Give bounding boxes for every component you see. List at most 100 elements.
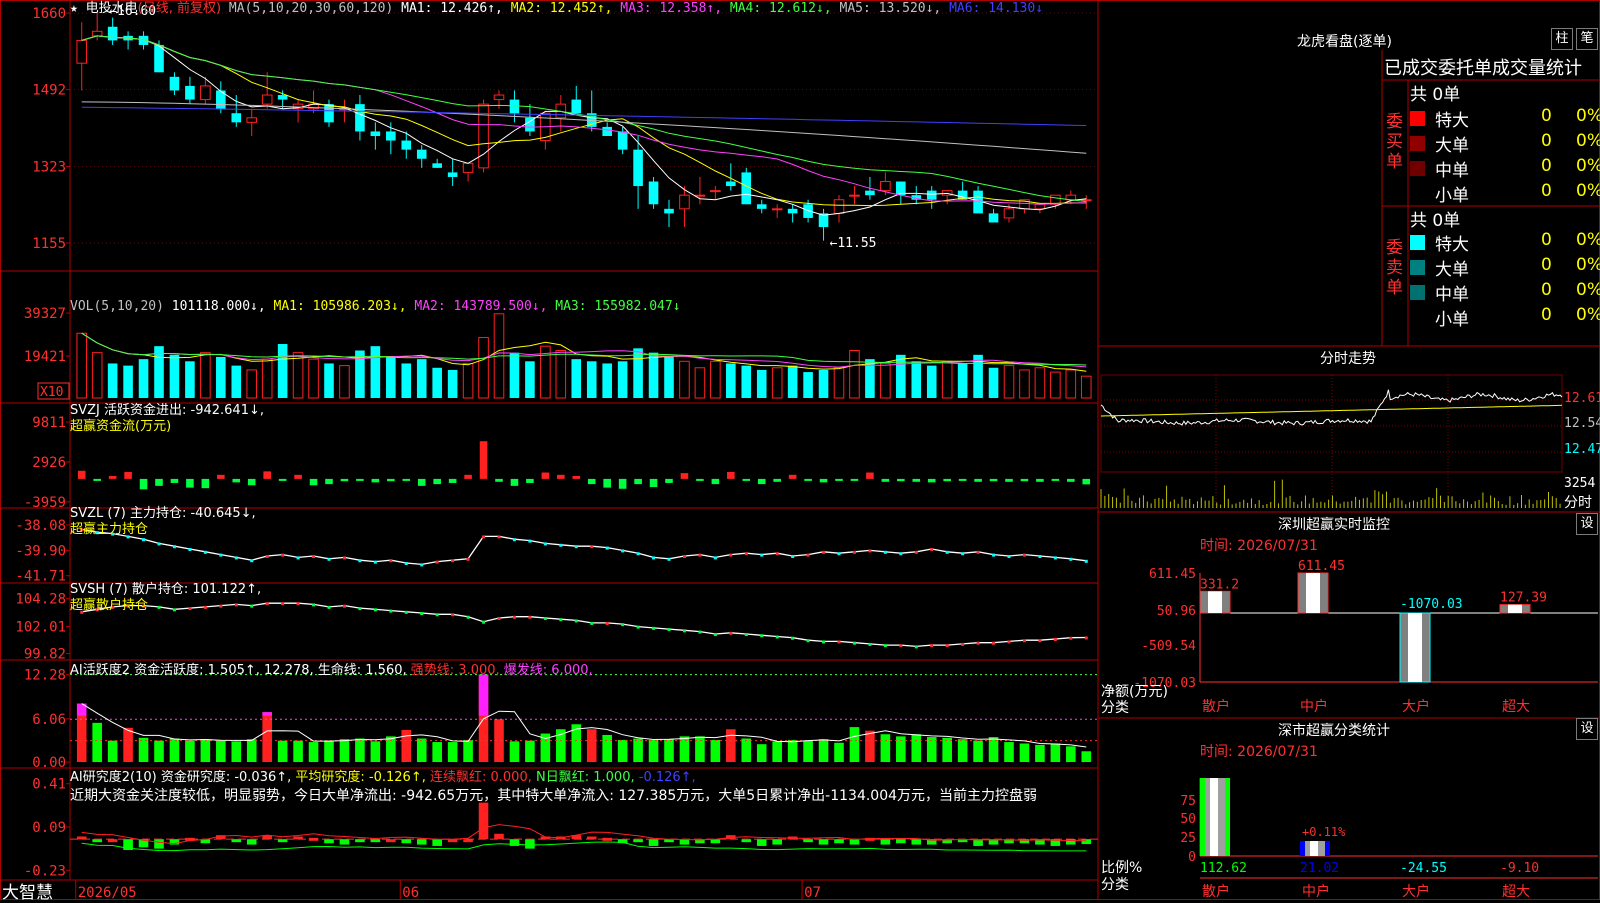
buy-rows-p-1: 0% bbox=[1576, 106, 1600, 126]
monitor-ytick-3: -509.54 bbox=[1141, 639, 1196, 654]
ai-activity-bar-14 bbox=[277, 740, 288, 762]
vol-bar-30 bbox=[525, 361, 535, 398]
ma-value-1: 12.426↑, bbox=[432, 1, 503, 16]
outer-border bbox=[0, 0, 1600, 900]
candle-body-41 bbox=[694, 194, 706, 197]
ai-activity-bar-46 bbox=[772, 741, 782, 762]
svzj-bar-23 bbox=[417, 478, 426, 486]
lhb-tab-stats[interactable]: 已成交委托单成交量统计 bbox=[1384, 54, 1582, 80]
vol-bar-50 bbox=[833, 367, 845, 399]
fenshi-price-low: 12.47 bbox=[1564, 442, 1600, 457]
classify-bar-shine-1 bbox=[1210, 778, 1218, 856]
svsh-marker-21 bbox=[389, 609, 393, 613]
ma-value-5: 13.520↓, bbox=[870, 1, 942, 16]
svzl-marker-21 bbox=[389, 559, 393, 563]
ai-activity-bar-20 bbox=[370, 741, 381, 762]
vol-unit-label: X10 bbox=[40, 385, 63, 400]
ai-average-research: 平均研究度: -0.126↑, bbox=[295, 770, 426, 785]
monitor-category-1: 散户 bbox=[1202, 698, 1230, 715]
svzl-marker-61 bbox=[1007, 555, 1011, 558]
svzj-bar-37 bbox=[634, 478, 642, 485]
candle-body-14 bbox=[277, 95, 288, 100]
svzl-marker-35 bbox=[605, 546, 609, 550]
fenshi-price-mid: 12.54 bbox=[1564, 416, 1600, 431]
ai2-axis-tick-2: 0.09 bbox=[32, 820, 66, 836]
svzj-bar-16 bbox=[309, 478, 318, 486]
svzj-bar-20 bbox=[371, 478, 380, 483]
svzj-title: 超赢资金流(万元) bbox=[70, 419, 172, 434]
vol-bar-10 bbox=[216, 356, 226, 398]
sell-side-label: 委卖单 bbox=[1386, 238, 1403, 298]
svzl-marker-49 bbox=[822, 550, 826, 554]
ai-research-bar-50 bbox=[834, 839, 844, 844]
vol-bar-9 bbox=[200, 352, 211, 399]
svzl-marker-30 bbox=[528, 539, 532, 543]
vol-bar-7 bbox=[169, 354, 180, 398]
ai-activity-bar-8 bbox=[185, 740, 195, 762]
ma-label-1: MA1: bbox=[401, 1, 433, 16]
classify-ytick-2: 50 bbox=[1180, 812, 1196, 827]
svzj-bar-52 bbox=[866, 472, 874, 479]
candle-body-22 bbox=[401, 140, 412, 150]
lhb-title: 龙虎看盘(逐单) bbox=[1297, 34, 1392, 50]
tick-view-button[interactable]: 笔 bbox=[1576, 28, 1598, 50]
svzj-bar-57 bbox=[943, 478, 951, 482]
fenshi-price-high: 12.61 bbox=[1564, 391, 1600, 406]
svsh-axis-tick-3: 99.82 bbox=[24, 647, 66, 663]
ai-activity-bar-4 bbox=[123, 727, 133, 762]
ai-activity-bar-16 bbox=[308, 742, 319, 762]
sell-rows-p-2: 0% bbox=[1576, 255, 1600, 275]
classify-time: 时间: 2026/07/31 bbox=[1200, 744, 1318, 760]
svzl-marker-42 bbox=[713, 556, 717, 560]
ai-activity-bar-9 bbox=[200, 739, 211, 762]
date-label-2: 06 bbox=[402, 885, 419, 900]
candle-body-2 bbox=[91, 30, 103, 37]
ai-research-bar-55 bbox=[911, 839, 922, 845]
svzj-bar-38 bbox=[649, 478, 658, 488]
vol-bar-16 bbox=[308, 358, 319, 399]
monitor-settings-button[interactable]: 设 bbox=[1576, 513, 1598, 535]
classify-category-3: 大户 bbox=[1402, 883, 1430, 900]
vol-bar-13 bbox=[261, 358, 273, 399]
vol-bar-22 bbox=[401, 363, 412, 398]
svzj-bar-31 bbox=[541, 472, 550, 479]
buy-rows-p-3: 0% bbox=[1576, 156, 1600, 176]
ai-activity-bar-6 bbox=[154, 740, 164, 762]
buy-rows-swatch-1 bbox=[1410, 111, 1425, 126]
svzl-marker-22 bbox=[404, 562, 408, 565]
candle-body-52 bbox=[865, 190, 875, 196]
ai-research-bar-24 bbox=[432, 839, 442, 846]
candle-body-56 bbox=[926, 190, 937, 200]
svsh-marker-23 bbox=[420, 612, 424, 616]
ai-activity-bar-35 bbox=[602, 734, 612, 762]
svzj-bar-22 bbox=[402, 478, 411, 481]
ai-activity-bar-37 bbox=[633, 738, 643, 762]
svzj-bar-29 bbox=[510, 478, 519, 486]
vol-bar-23 bbox=[416, 359, 427, 398]
column-view-button[interactable]: 柱 bbox=[1551, 28, 1573, 50]
svzj-bar-54 bbox=[897, 478, 905, 482]
vol-axis-tick-1: 39327 bbox=[24, 306, 66, 322]
sell-rows-p-3: 0% bbox=[1576, 280, 1600, 300]
svzj-bar-13 bbox=[263, 471, 271, 479]
svzj-bar-12 bbox=[247, 478, 256, 486]
svzl-marker-36 bbox=[621, 549, 625, 553]
candle-body-3 bbox=[107, 26, 118, 41]
svsh-marker-59 bbox=[976, 641, 980, 645]
candle-body-33 bbox=[571, 99, 582, 114]
sell-rows-v-1: 0 bbox=[1541, 230, 1552, 250]
classify-settings-button[interactable]: 设 bbox=[1576, 718, 1598, 740]
favorite-star-icon[interactable]: ★ bbox=[70, 1, 78, 16]
svzl-marker-16 bbox=[312, 555, 316, 558]
classify-ytick-4: 0 bbox=[1188, 850, 1196, 865]
svzj-bar-3 bbox=[108, 476, 117, 479]
svsh-marker-18 bbox=[342, 604, 346, 608]
svzj-bar-46 bbox=[773, 478, 781, 482]
monitor-category-3: 大户 bbox=[1402, 698, 1430, 715]
svzl-marker-38 bbox=[652, 556, 656, 560]
svzj-bar-56 bbox=[927, 478, 936, 483]
svsh-marker-66 bbox=[1084, 636, 1088, 640]
ma-label-2: MA2: bbox=[502, 1, 543, 16]
svzl-marker-56 bbox=[930, 548, 934, 551]
svsh-marker-32 bbox=[559, 618, 563, 622]
